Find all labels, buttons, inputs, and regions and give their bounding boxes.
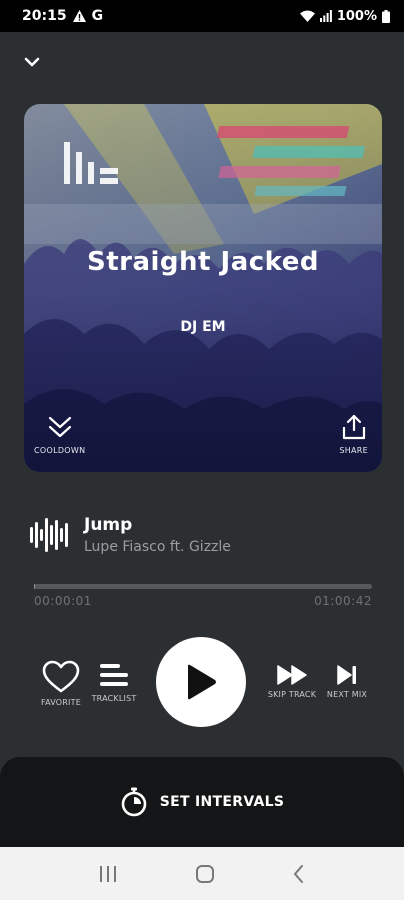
set-intervals-label: SET INTERVALS	[159, 794, 285, 810]
next-mix-label: NEXT MIX	[326, 690, 368, 699]
next-mix-button[interactable]: NEXT MIX	[322, 664, 372, 699]
play-button[interactable]	[156, 637, 246, 727]
mix-title: Straight Jacked	[86, 247, 319, 277]
share-button[interactable]: SHARE	[339, 414, 368, 455]
fast-forward-icon	[277, 665, 307, 685]
brand-logo-icon	[64, 142, 118, 184]
tracklist-button[interactable]: TRACKLIST	[90, 660, 138, 703]
wifi-icon	[299, 10, 315, 22]
waveform-icon	[30, 518, 68, 552]
collapse-player-button[interactable]	[22, 52, 42, 72]
system-navigation-bar	[0, 847, 404, 900]
share-label: SHARE	[339, 446, 368, 455]
warning-icon	[72, 10, 86, 22]
home-icon[interactable]	[195, 864, 215, 884]
track-artist: Lupe Fiasco ft. Gizzle	[84, 539, 231, 555]
skip-track-button[interactable]: SKIP TRACK	[262, 664, 322, 699]
set-intervals-button[interactable]: SET INTERVALS	[0, 757, 404, 847]
total-time: 01:00:42	[314, 594, 372, 608]
signal-icon	[319, 10, 332, 22]
heart-icon	[42, 660, 80, 693]
battery-label: 100%	[336, 8, 377, 24]
back-icon[interactable]	[292, 864, 306, 884]
recent-apps-icon[interactable]	[98, 865, 118, 883]
cooldown-label: COOLDOWN	[34, 446, 86, 455]
playback-progress-fill	[34, 584, 35, 589]
share-icon	[342, 414, 365, 440]
carrier-label: G	[91, 8, 104, 24]
mix-dj-name: DJ EM	[180, 319, 226, 335]
now-playing-track: Jump Lupe Fiasco ft. Gizzle	[30, 515, 231, 555]
skip-next-icon	[337, 665, 356, 685]
chevron-down-icon	[24, 57, 40, 67]
play-icon	[188, 664, 216, 700]
cooldown-button[interactable]: COOLDOWN	[34, 414, 85, 455]
mix-artwork: Straight Jacked DJ EM COOLDOWN SHARE	[24, 104, 382, 472]
list-icon	[100, 664, 128, 686]
favorite-label: FAVORITE	[41, 698, 81, 707]
skip-track-label: SKIP TRACK	[267, 690, 317, 699]
elapsed-time: 00:00:01	[34, 594, 92, 608]
tracklist-label: TRACKLIST	[91, 694, 137, 703]
double-chevron-down-icon	[48, 416, 71, 438]
favorite-button[interactable]: FAVORITE	[38, 660, 84, 707]
playback-progress-bar[interactable]	[34, 584, 372, 589]
stopwatch-icon	[121, 787, 147, 817]
status-bar: 20:15 G 100%	[0, 0, 404, 32]
status-time: 20:15	[22, 8, 67, 24]
battery-icon	[382, 9, 390, 23]
track-name: Jump	[84, 515, 133, 535]
